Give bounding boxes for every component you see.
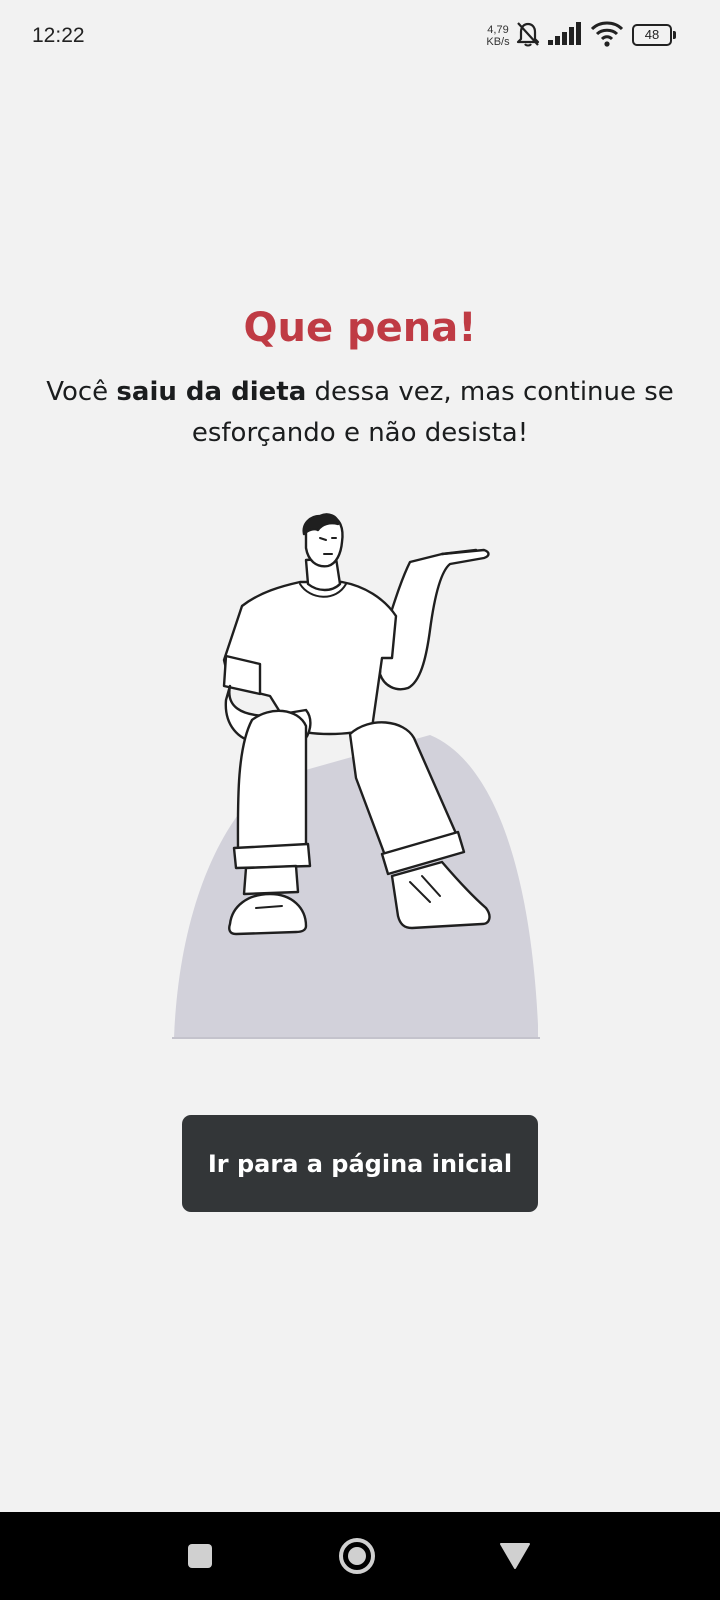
- screen: 12:22 4,79 KB/s 48 Que pena! Você saiu d…: [0, 0, 720, 1600]
- navigation-bar: [0, 1512, 720, 1600]
- message-highlight: saiu da dieta: [116, 377, 307, 407]
- battery-tip: [673, 31, 676, 39]
- wifi-icon: [590, 21, 624, 47]
- battery-icon: 48: [632, 24, 676, 46]
- network-speed: 4,79 KB/s: [484, 24, 512, 48]
- go-home-button[interactable]: Ir para a página inicial: [182, 1115, 538, 1212]
- signal-icon: [548, 22, 581, 45]
- person-sitting-illustration: [172, 513, 540, 1039]
- page-title: Que pena!: [243, 305, 477, 351]
- network-speed-unit: KB/s: [486, 36, 510, 48]
- feedback-message: Você saiu da dieta dessa vez, mas contin…: [40, 372, 680, 454]
- recent-apps-button[interactable]: [160, 1512, 240, 1600]
- bell-off-icon: [516, 22, 540, 47]
- status-time: 12:22: [32, 24, 85, 47]
- home-icon: [339, 1538, 375, 1574]
- message-prefix: Você: [46, 377, 117, 407]
- network-speed-value: 4,79: [487, 24, 509, 36]
- status-bar: 12:22 4,79 KB/s 48: [0, 0, 720, 74]
- back-icon: [500, 1543, 530, 1569]
- home-button[interactable]: [317, 1512, 397, 1600]
- battery-level: 48: [644, 27, 660, 42]
- back-button[interactable]: [475, 1512, 555, 1600]
- recent-apps-icon: [188, 1544, 212, 1568]
